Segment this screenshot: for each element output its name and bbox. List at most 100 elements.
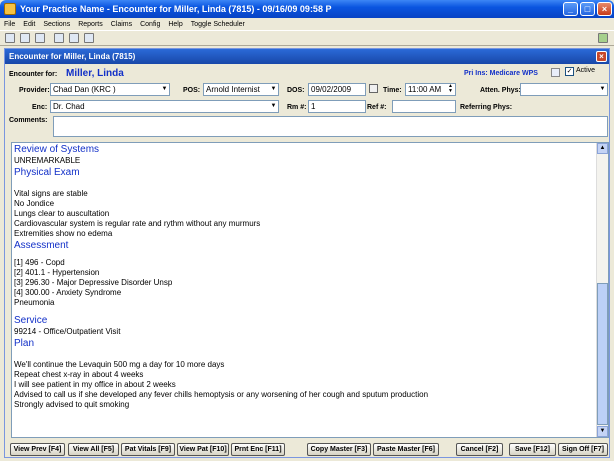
close-icon[interactable]: ×: [596, 51, 607, 62]
prnt-enc-button[interactable]: Prnt Enc [F11]: [231, 443, 285, 456]
menu-help[interactable]: Help: [168, 21, 182, 28]
vertical-scrollbar[interactable]: ▲ ▼: [596, 143, 608, 437]
plan-line: Repeat chest x-ray in about 4 weeks: [14, 370, 144, 379]
assessment-line: [3] 296.30 - Major Depressive Disorder U…: [14, 278, 173, 287]
window-title: Your Practice Name - Encounter for Mille…: [20, 4, 332, 14]
close-icon[interactable]: ×: [597, 2, 612, 16]
export-icon[interactable]: [598, 33, 608, 43]
open-icon[interactable]: [20, 33, 30, 43]
menu-file[interactable]: File: [4, 21, 15, 28]
pos-value: Arnold Internist: [206, 85, 260, 94]
provider-value: Chad Dan (KRC ): [53, 85, 116, 94]
save-button[interactable]: Save [F12]: [509, 443, 556, 456]
sign-off-button[interactable]: Sign Off [F7]: [558, 443, 608, 456]
menu-bar: File Edit Sections Reports Claims Config…: [0, 18, 614, 30]
button-bar: View Prev [F4] View All [F5] Pat Vitals …: [4, 443, 610, 457]
copy-icon[interactable]: [69, 33, 79, 43]
time-field[interactable]: 11:00 AM ▲ ▼: [405, 83, 456, 96]
ros-text: UNREMARKABLE: [14, 156, 81, 165]
assessment-line: [1] 496 - Copd: [14, 258, 65, 267]
comments-field[interactable]: [53, 116, 608, 137]
scroll-down-icon[interactable]: ▼: [597, 426, 608, 437]
assessment-line: [4] 300.00 - Anxiety Syndrome: [14, 288, 122, 297]
service-heading: Service: [14, 315, 48, 326]
minimize-icon[interactable]: _: [563, 2, 578, 16]
menu-edit[interactable]: Edit: [23, 21, 35, 28]
encounter-window: Encounter for Miller, Linda (7815) × Enc…: [4, 48, 610, 458]
encounter-for-label: Encounter for:: [9, 71, 58, 78]
new-icon[interactable]: [5, 33, 15, 43]
encounter-note[interactable]: Review of Systems UNREMARKABLE Physical …: [11, 142, 609, 438]
save-icon[interactable]: [35, 33, 45, 43]
enc-select[interactable]: Dr. Chad ▼: [50, 100, 279, 113]
referring-phys-label: Referring Phys:: [460, 104, 513, 111]
ref-label: Ref #:: [367, 104, 387, 111]
menu-reports[interactable]: Reports: [78, 21, 103, 28]
pos-label: POS:: [183, 87, 201, 94]
rm-field[interactable]: 1: [308, 100, 366, 113]
scrollbar-thumb[interactable]: [597, 283, 608, 425]
chevron-down-icon[interactable]: ▼: [269, 101, 278, 112]
enc-value: Dr. Chad: [53, 102, 85, 111]
pat-vitals-button[interactable]: Pat Vitals [F9]: [121, 443, 175, 456]
cancel-button[interactable]: Cancel [F2]: [456, 443, 503, 456]
pe-line: No Jondice: [14, 199, 55, 208]
chevron-down-icon[interactable]: ▼: [598, 84, 607, 95]
encounter-title: Encounter for Miller, Linda (7815): [9, 52, 136, 61]
plan-line: We'll continue the Levaquin 500 mg a day…: [14, 360, 225, 369]
edit-icon[interactable]: [551, 68, 560, 77]
ref-field[interactable]: [392, 100, 456, 113]
chevron-down-icon[interactable]: ▼: [269, 84, 278, 95]
dos-value: 09/02/2009: [311, 85, 352, 94]
service-text: 99214 - Office/Outpatient Visit: [14, 327, 121, 336]
paste-master-button[interactable]: Paste Master [F6]: [373, 443, 439, 456]
view-pat-button[interactable]: View Pat [F10]: [177, 443, 229, 456]
plan-heading: Plan: [14, 338, 35, 349]
assessment-line: Pneumonia: [14, 298, 55, 307]
physical-exam-heading: Physical Exam: [14, 167, 80, 178]
ros-heading: Review of Systems: [14, 144, 100, 155]
chevron-down-icon[interactable]: ▼: [160, 84, 169, 95]
menu-sections[interactable]: Sections: [43, 21, 70, 28]
active-label: Active: [576, 67, 596, 74]
view-prev-button[interactable]: View Prev [F4]: [10, 443, 65, 456]
view-all-button[interactable]: View All [F5]: [68, 443, 119, 456]
menu-toggle-scheduler[interactable]: Toggle Scheduler: [191, 21, 245, 28]
active-checkbox[interactable]: ✓: [565, 67, 574, 76]
print-icon[interactable]: [84, 33, 94, 43]
copy-master-button[interactable]: Copy Master [F3]: [307, 443, 371, 456]
menu-claims[interactable]: Claims: [111, 21, 132, 28]
pe-line: Extremities show no edema: [14, 229, 113, 238]
pe-line: Vital signs are stable: [14, 189, 88, 198]
enc-label: Enc:: [32, 104, 48, 111]
pos-select[interactable]: Arnold Internist ▼: [203, 83, 279, 96]
assessment-line: [2] 401.1 - Hypertension: [14, 268, 100, 277]
comments-label: Comments:: [9, 117, 48, 124]
time-label: Time:: [383, 87, 402, 94]
provider-select[interactable]: Chad Dan (KRC ) ▼: [50, 83, 170, 96]
dos-label: DOS:: [287, 87, 305, 94]
toolbar: [0, 30, 614, 46]
menu-config[interactable]: Config: [140, 21, 160, 28]
assessment-heading: Assessment: [14, 240, 69, 251]
pe-line: Lungs clear to auscultation: [14, 209, 110, 218]
scroll-up-icon[interactable]: ▲: [597, 143, 608, 154]
app-icon: [4, 3, 16, 15]
atten-phys-select[interactable]: ▼: [520, 83, 608, 96]
plan-line: I will see patient in my office in about…: [14, 380, 176, 389]
encounter-title-bar: Encounter for Miller, Linda (7815) ×: [5, 49, 609, 64]
calendar-icon[interactable]: [369, 84, 378, 93]
rm-value: 1: [311, 102, 316, 111]
patient-name: Miller, Linda: [66, 68, 124, 79]
atten-phys-label: Atten. Phys:: [480, 87, 521, 94]
pe-line: Cardiovascular system is regular rate an…: [14, 219, 261, 228]
title-bar: Your Practice Name - Encounter for Mille…: [0, 0, 614, 18]
provider-label: Provider:: [19, 87, 50, 94]
plan-line: Advised to call us if she developed any …: [14, 390, 429, 399]
plan-line: Strongly advised to quit smoking: [14, 400, 130, 409]
document-icon[interactable]: [54, 33, 64, 43]
dos-field[interactable]: 09/02/2009: [308, 83, 366, 96]
maximize-icon[interactable]: □: [580, 2, 595, 16]
time-value: 11:00 AM: [408, 85, 442, 94]
spinner-icon[interactable]: ▲ ▼: [446, 84, 455, 95]
